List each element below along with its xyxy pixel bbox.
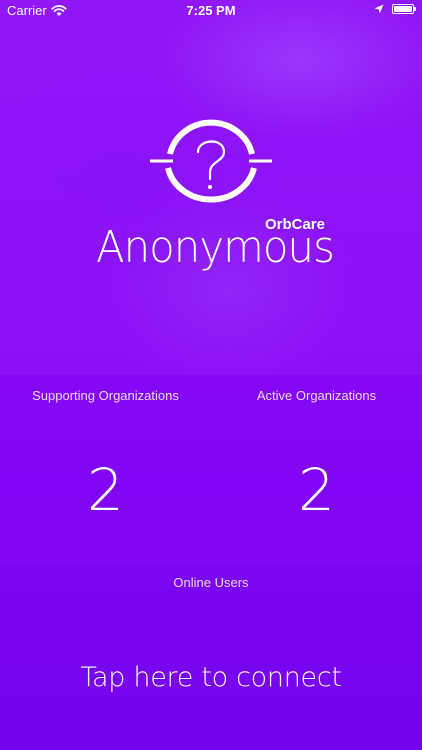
battery-level bbox=[394, 6, 412, 12]
active-organizations-count: 2 bbox=[298, 456, 335, 524]
supporting-organizations-label: Supporting Organizations bbox=[32, 388, 179, 403]
battery-icon bbox=[392, 4, 416, 14]
status-bar: Carrier 7:25 PM bbox=[0, 0, 422, 22]
online-users-label: Online Users bbox=[173, 575, 249, 590]
status-right bbox=[374, 4, 416, 14]
app-logo: OrbCare Anonymous bbox=[96, 216, 335, 276]
active-organizations-label: Active Organizations bbox=[256, 388, 377, 403]
supporting-organizations-count: 2 bbox=[87, 456, 124, 524]
connect-button[interactable]: Tap here to connect bbox=[0, 655, 422, 705]
location-arrow-icon bbox=[374, 4, 384, 14]
app-screen: Carrier 7:25 PM OrbCare Anonymous Suppor… bbox=[0, 0, 422, 750]
supporting-organizations-stat: Supporting Organizations 2 bbox=[0, 375, 211, 565]
app-name: Anonymous bbox=[96, 222, 335, 273]
status-time: 7:25 PM bbox=[186, 3, 236, 18]
question-orb-icon bbox=[150, 119, 272, 203]
active-organizations-stat: Active Organizations 2 bbox=[211, 375, 422, 565]
